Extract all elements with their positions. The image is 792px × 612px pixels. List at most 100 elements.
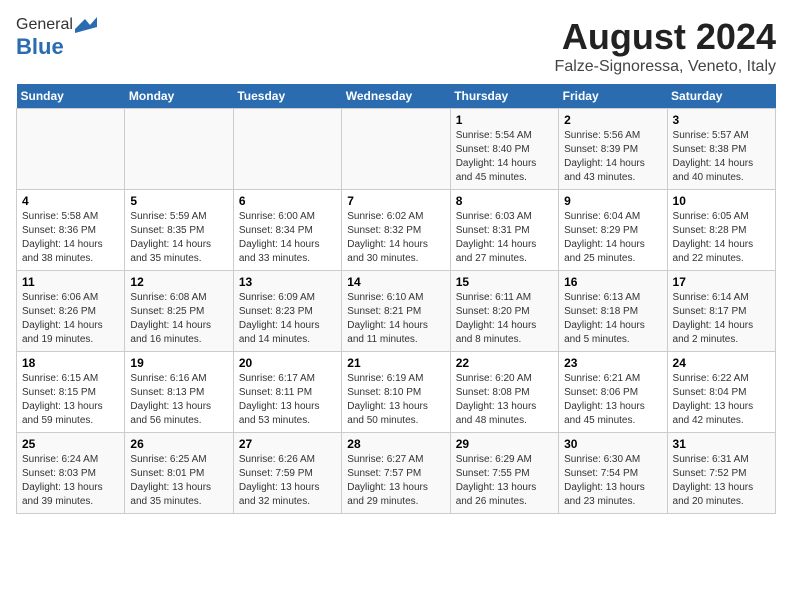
logo: General Blue — [16, 16, 97, 60]
day-text: Sunrise: 6:03 AM Sunset: 8:31 PM Dayligh… — [456, 210, 553, 266]
day-number: 13 — [239, 275, 336, 289]
cell-w5-d4: 28 Sunrise: 6:27 AM Sunset: 7:57 PM Dayli… — [342, 433, 450, 514]
logo-general-text: General — [16, 16, 73, 34]
day-number: 19 — [130, 356, 227, 370]
cell-w3-d1: 11Sunrise: 6:06 AM Sunset: 8:26 PM Dayli… — [17, 271, 125, 352]
cell-w2-d7: 10 Sunrise: 6:05 AM Sunset: 8:28 PM Dayli… — [667, 190, 775, 271]
cell-w5-d2: 26 Sunrise: 6:25 AM Sunset: 8:01 PM Dayli… — [125, 433, 233, 514]
day-text: Sunrise: 6:15 AM Sunset: 8:15 PM Dayligh… — [22, 372, 119, 428]
day-text: Sunrise: 6:27 AM Sunset: 7:57 PM Dayligh… — [347, 453, 444, 509]
cell-w5-d3: 27 Sunrise: 6:26 AM Sunset: 7:59 PM Dayli… — [233, 433, 341, 514]
cell-w4-d3: 20 Sunrise: 6:17 AM Sunset: 8:11 PM Dayli… — [233, 352, 341, 433]
day-text: Sunrise: 6:09 AM Sunset: 8:23 PM Dayligh… — [239, 291, 336, 347]
day-text: Sunrise: 6:21 AM Sunset: 8:06 PM Dayligh… — [564, 372, 661, 428]
cell-w2-d4: 7Sunrise: 6:02 AM Sunset: 8:32 PM Daylig… — [342, 190, 450, 271]
cell-w3-d7: 17 Sunrise: 6:14 AM Sunset: 8:17 PM Dayli… — [667, 271, 775, 352]
cell-w1-d6: 2 Sunrise: 5:56 AM Sunset: 8:39 PM Daylig… — [559, 109, 667, 190]
day-text: Sunrise: 5:57 AM Sunset: 8:38 PM Dayligh… — [673, 129, 770, 185]
day-number: 17 — [673, 275, 770, 289]
day-text: Sunrise: 6:29 AM Sunset: 7:55 PM Dayligh… — [456, 453, 553, 509]
week-row-3: 11Sunrise: 6:06 AM Sunset: 8:26 PM Dayli… — [17, 271, 776, 352]
day-number: 26 — [130, 437, 227, 451]
day-text: Sunrise: 5:58 AM Sunset: 8:36 PM Dayligh… — [22, 210, 119, 266]
week-row-2: 4 Sunrise: 5:58 AM Sunset: 8:36 PM Daylig… — [17, 190, 776, 271]
cell-w1-d1 — [17, 109, 125, 190]
day-number: 1 — [456, 113, 553, 127]
header: General Blue August 2024 Falze-Signoress… — [16, 16, 776, 76]
day-number: 22 — [456, 356, 553, 370]
cell-w2-d5: 8 Sunrise: 6:03 AM Sunset: 8:31 PM Daylig… — [450, 190, 558, 271]
col-tuesday: Tuesday — [233, 84, 341, 109]
col-saturday: Saturday — [667, 84, 775, 109]
day-text: Sunrise: 6:10 AM Sunset: 8:21 PM Dayligh… — [347, 291, 444, 347]
days-of-week-row: Sunday Monday Tuesday Wednesday Thursday… — [17, 84, 776, 109]
day-number: 31 — [673, 437, 770, 451]
day-number: 5 — [130, 194, 227, 208]
col-thursday: Thursday — [450, 84, 558, 109]
day-number: 6 — [239, 194, 336, 208]
day-text: Sunrise: 6:25 AM Sunset: 8:01 PM Dayligh… — [130, 453, 227, 509]
col-monday: Monday — [125, 84, 233, 109]
day-number: 4 — [22, 194, 119, 208]
day-number: 20 — [239, 356, 336, 370]
day-text: Sunrise: 6:26 AM Sunset: 7:59 PM Dayligh… — [239, 453, 336, 509]
day-number: 15 — [456, 275, 553, 289]
day-number: 30 — [564, 437, 661, 451]
cell-w5-d5: 29 Sunrise: 6:29 AM Sunset: 7:55 PM Dayli… — [450, 433, 558, 514]
col-sunday: Sunday — [17, 84, 125, 109]
day-number: 28 — [347, 437, 444, 451]
day-number: 11 — [22, 275, 119, 289]
day-text: Sunrise: 5:54 AM Sunset: 8:40 PM Dayligh… — [456, 129, 553, 185]
day-text: Sunrise: 6:17 AM Sunset: 8:11 PM Dayligh… — [239, 372, 336, 428]
cell-w5-d1: 25 Sunrise: 6:24 AM Sunset: 8:03 PM Dayli… — [17, 433, 125, 514]
day-text: Sunrise: 6:30 AM Sunset: 7:54 PM Dayligh… — [564, 453, 661, 509]
cell-w1-d3 — [233, 109, 341, 190]
calendar-table: Sunday Monday Tuesday Wednesday Thursday… — [16, 84, 776, 514]
cell-w1-d7: 3Sunrise: 5:57 AM Sunset: 8:38 PM Daylig… — [667, 109, 775, 190]
title-area: August 2024 Falze-Signoressa, Veneto, It… — [555, 16, 776, 76]
cell-w2-d2: 5 Sunrise: 5:59 AM Sunset: 8:35 PM Daylig… — [125, 190, 233, 271]
subtitle: Falze-Signoressa, Veneto, Italy — [555, 58, 776, 76]
day-number: 10 — [673, 194, 770, 208]
day-number: 12 — [130, 275, 227, 289]
cell-w5-d7: 31 Sunrise: 6:31 AM Sunset: 7:52 PM Dayli… — [667, 433, 775, 514]
cell-w4-d4: 21 Sunrise: 6:19 AM Sunset: 8:10 PM Dayli… — [342, 352, 450, 433]
cell-w3-d3: 13 Sunrise: 6:09 AM Sunset: 8:23 PM Dayli… — [233, 271, 341, 352]
day-text: Sunrise: 6:19 AM Sunset: 8:10 PM Dayligh… — [347, 372, 444, 428]
cell-w2-d3: 6Sunrise: 6:00 AM Sunset: 8:34 PM Daylig… — [233, 190, 341, 271]
calendar-header: Sunday Monday Tuesday Wednesday Thursday… — [17, 84, 776, 109]
day-text: Sunrise: 6:24 AM Sunset: 8:03 PM Dayligh… — [22, 453, 119, 509]
day-text: Sunrise: 6:14 AM Sunset: 8:17 PM Dayligh… — [673, 291, 770, 347]
day-text: Sunrise: 5:56 AM Sunset: 8:39 PM Dayligh… — [564, 129, 661, 185]
day-text: Sunrise: 6:31 AM Sunset: 7:52 PM Dayligh… — [673, 453, 770, 509]
day-number: 23 — [564, 356, 661, 370]
day-number: 27 — [239, 437, 336, 451]
day-text: Sunrise: 6:08 AM Sunset: 8:25 PM Dayligh… — [130, 291, 227, 347]
calendar-body: 1 Sunrise: 5:54 AM Sunset: 8:40 PM Daylig… — [17, 109, 776, 514]
logo-bird-icon — [75, 17, 97, 33]
cell-w1-d2 — [125, 109, 233, 190]
cell-w4-d2: 19Sunrise: 6:16 AM Sunset: 8:13 PM Dayli… — [125, 352, 233, 433]
cell-w4-d5: 22Sunrise: 6:20 AM Sunset: 8:08 PM Dayli… — [450, 352, 558, 433]
cell-w2-d1: 4 Sunrise: 5:58 AM Sunset: 8:36 PM Daylig… — [17, 190, 125, 271]
col-wednesday: Wednesday — [342, 84, 450, 109]
cell-w1-d5: 1 Sunrise: 5:54 AM Sunset: 8:40 PM Daylig… — [450, 109, 558, 190]
day-text: Sunrise: 6:05 AM Sunset: 8:28 PM Dayligh… — [673, 210, 770, 266]
day-text: Sunrise: 5:59 AM Sunset: 8:35 PM Dayligh… — [130, 210, 227, 266]
day-number: 25 — [22, 437, 119, 451]
day-number: 16 — [564, 275, 661, 289]
day-number: 2 — [564, 113, 661, 127]
day-text: Sunrise: 6:11 AM Sunset: 8:20 PM Dayligh… — [456, 291, 553, 347]
cell-w3-d2: 12 Sunrise: 6:08 AM Sunset: 8:25 PM Dayli… — [125, 271, 233, 352]
cell-w4-d1: 18Sunrise: 6:15 AM Sunset: 8:15 PM Dayli… — [17, 352, 125, 433]
day-text: Sunrise: 6:22 AM Sunset: 8:04 PM Dayligh… — [673, 372, 770, 428]
logo-blue-text: Blue — [16, 34, 64, 60]
week-row-4: 18Sunrise: 6:15 AM Sunset: 8:15 PM Dayli… — [17, 352, 776, 433]
day-text: Sunrise: 6:13 AM Sunset: 8:18 PM Dayligh… — [564, 291, 661, 347]
day-number: 14 — [347, 275, 444, 289]
cell-w2-d6: 9Sunrise: 6:04 AM Sunset: 8:29 PM Daylig… — [559, 190, 667, 271]
cell-w5-d6: 30 Sunrise: 6:30 AM Sunset: 7:54 PM Dayli… — [559, 433, 667, 514]
day-number: 21 — [347, 356, 444, 370]
day-number: 8 — [456, 194, 553, 208]
day-number: 29 — [456, 437, 553, 451]
